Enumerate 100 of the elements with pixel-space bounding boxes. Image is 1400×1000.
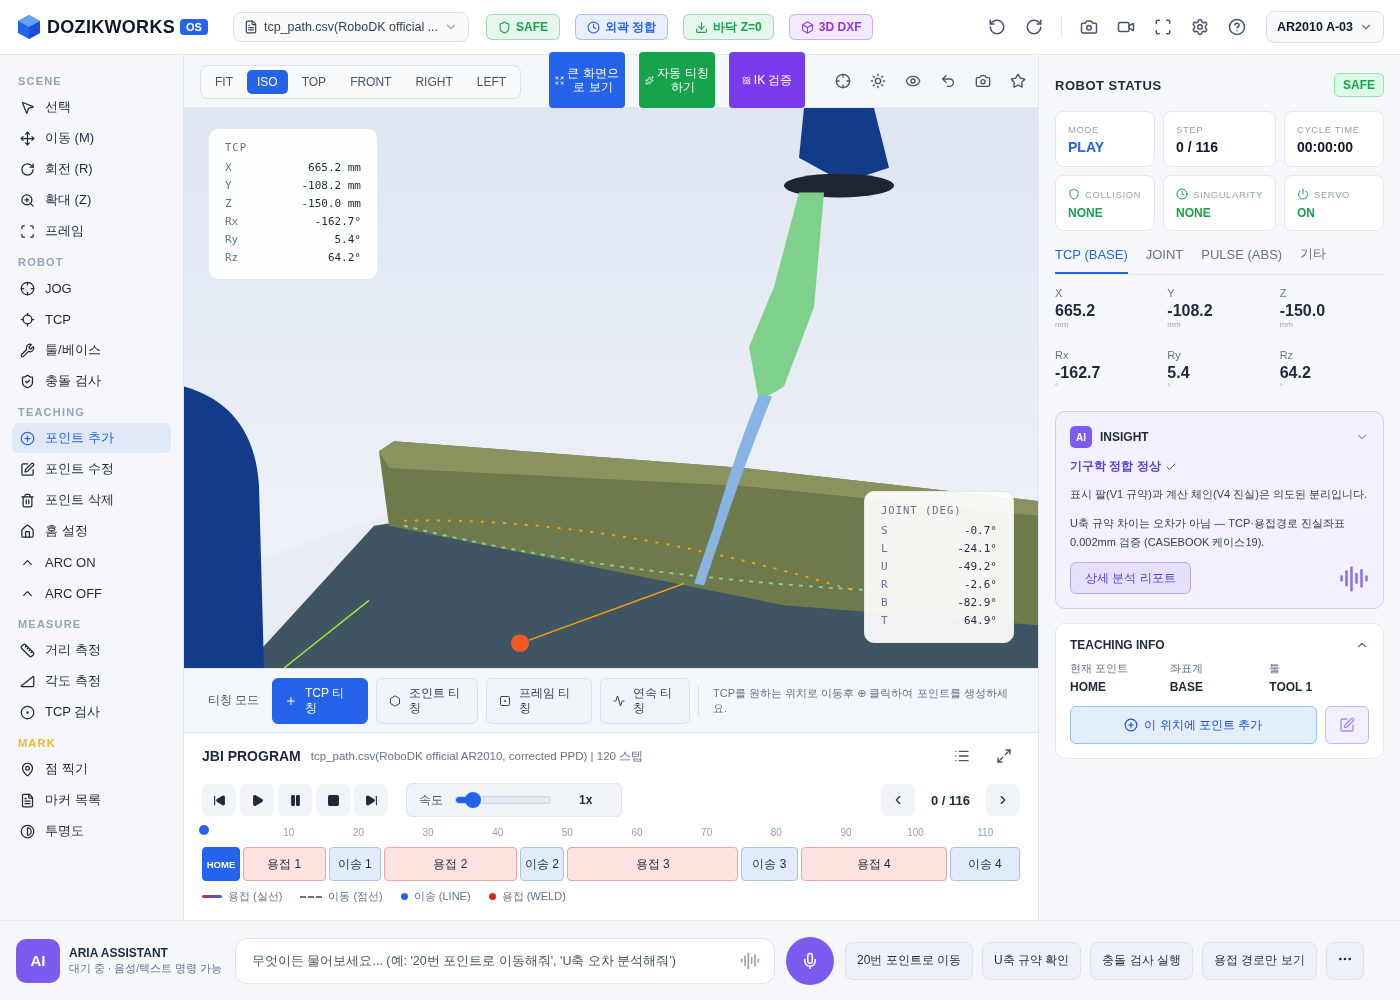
- section-title: TEACHING: [17, 405, 87, 420]
- status-chip: SAFE: [486, 14, 561, 40]
- step-counter: 0 / 116: [930, 792, 970, 808]
- timeline-segment[interactable]: 이송 2: [519, 847, 565, 881]
- sidebar-item[interactable]: 포인트 삭제: [12, 485, 171, 515]
- add-point-button[interactable]: 이 위치에 포인트 추가: [1070, 706, 1317, 744]
- sidebar-item[interactable]: 포인트 추가: [12, 423, 171, 453]
- timeline-segment[interactable]: 용접 3: [567, 847, 739, 881]
- timeline-segment[interactable]: 용접 1: [243, 847, 326, 881]
- coord-unit: °: [1055, 382, 1060, 391]
- action-button[interactable]: 큰 화면으로 보기: [549, 52, 626, 108]
- view-tab[interactable]: TOP: [291, 70, 337, 94]
- status-chip: 3D DXF: [788, 14, 874, 40]
- assistant-status: 대기 중 · 음성/텍스트 명령 가능: [69, 961, 222, 976]
- view-tab[interactable]: FRONT: [340, 70, 402, 94]
- axis-label: R: [881, 577, 888, 593]
- timeline-segment[interactable]: 이송 3: [741, 847, 798, 881]
- axis-label: Rx: [225, 214, 239, 230]
- coordinate-tab[interactable]: TCP (BASE): [1055, 245, 1128, 274]
- tick-label: 60: [630, 827, 644, 840]
- coord-label: X: [1055, 287, 1064, 299]
- view-tab[interactable]: ISO: [247, 70, 288, 94]
- status-value: 0 / 116: [1176, 139, 1220, 155]
- coord-label: Ry: [1167, 349, 1182, 361]
- speed-reading: 1x: [579, 793, 594, 807]
- timeline-segment[interactable]: HOME: [202, 847, 240, 881]
- section-title: ROBOT: [17, 255, 65, 270]
- sidebar-item[interactable]: ARC OFF: [12, 578, 171, 608]
- mode-label: 티칭 모드: [208, 693, 261, 708]
- tick-label: 30: [421, 827, 435, 840]
- coordinate-tab[interactable]: 기타: [1300, 245, 1327, 274]
- coord-label: Rz: [1279, 349, 1295, 361]
- chat-field[interactable]: 무엇이든 물어보세요... (예: '20번 포인트로 이동해줘', 'U축 오차 분석해줘'): [235, 937, 775, 984]
- field-value: BASE: [1169, 680, 1204, 694]
- status-value: 00:00:00: [1296, 139, 1354, 155]
- sidebar-item[interactable]: 충돌 검사: [12, 366, 171, 396]
- chat-input[interactable]: 무엇이든 물어보세요... (예: '20번 포인트로 이동해줘', 'U축 오차 분석해줘'): [250, 952, 740, 969]
- status-chip: 바닥 Z=0: [683, 14, 774, 40]
- insight-text: U축 규약 차이는 오차가 아님 — TCP·용접경로 진실좌표 0.002mm 검증 (CASEBOOK 케이스19).: [1070, 516, 1346, 550]
- sidebar-item[interactable]: 점 찍기: [12, 754, 171, 784]
- timeline-segment[interactable]: 이송 4: [949, 847, 1020, 881]
- sidebar-item[interactable]: 마커 목록: [12, 785, 171, 815]
- sidebar-item[interactable]: 포인트 수정: [12, 454, 171, 484]
- report-button[interactable]: 상세 분석 리포트: [1070, 562, 1191, 594]
- sidebar-item[interactable]: 선택: [12, 92, 171, 122]
- quick-action-button[interactable]: U축 규약 확인: [982, 941, 1082, 980]
- tick-label: 20: [351, 827, 365, 840]
- quick-action-button[interactable]: 용접 경로만 보기: [1202, 941, 1317, 980]
- sidebar-item[interactable]: 각도 측정: [12, 666, 171, 696]
- coord-value: 64.2: [1279, 364, 1312, 382]
- sidebar-item[interactable]: TCP: [12, 304, 171, 334]
- coord-value: -162.7: [1055, 364, 1102, 382]
- sidebar-item[interactable]: 툴/베이스: [12, 335, 171, 365]
- sidebar-item[interactable]: 회전 (R): [12, 154, 171, 184]
- sidebar-item[interactable]: 홈 설정: [12, 516, 171, 546]
- mode-tab[interactable]: 조인트 티칭: [376, 677, 478, 724]
- tick-label: 70: [700, 827, 714, 840]
- sidebar-item[interactable]: JOG: [12, 273, 171, 303]
- mode-tab[interactable]: TCP 티칭: [272, 677, 368, 724]
- coord-value: 665.2: [1055, 302, 1097, 320]
- quick-action-button[interactable]: 20번 포인트로 이동: [845, 941, 973, 980]
- field-label: 좌표계: [1169, 662, 1204, 676]
- action-button[interactable]: IK 검증: [729, 52, 806, 108]
- view-tab[interactable]: LEFT: [466, 70, 517, 94]
- sidebar-item[interactable]: 거리 측정: [12, 635, 171, 665]
- axis-value: -150.0 mm: [301, 196, 361, 212]
- coordinate-tab[interactable]: JOINT: [1145, 245, 1184, 274]
- coord-label: Rx: [1055, 349, 1070, 361]
- sidebar-item[interactable]: 투명도: [12, 816, 171, 846]
- coordinate-tab[interactable]: PULSE (ABS): [1201, 245, 1283, 274]
- axis-value: 64.9°: [963, 613, 997, 629]
- sidebar-item[interactable]: ARC ON: [12, 547, 171, 577]
- view-tab[interactable]: RIGHT: [405, 70, 463, 94]
- status-label: SINGULARITY: [1193, 188, 1263, 200]
- sidebar-item[interactable]: 이동 (M): [12, 123, 171, 153]
- quick-action-button[interactable]: 충돌 검사 실행: [1090, 941, 1194, 980]
- mode-tab[interactable]: 프레임 티칭: [486, 677, 592, 724]
- status-label: CYCLE TIME: [1296, 124, 1360, 135]
- program-title: JBI PROGRAM: [202, 748, 301, 764]
- sidebar-item[interactable]: 프레임: [12, 216, 171, 246]
- status-chip: 외곽 정합: [575, 14, 669, 40]
- status-value: NONE: [1068, 206, 1104, 220]
- ai-badge: AI: [1070, 426, 1092, 448]
- mode-tab[interactable]: 연속 티칭: [600, 677, 690, 724]
- file-select[interactable]: tcp_path.csv(RoboDK official ...: [232, 12, 470, 42]
- sidebar-item[interactable]: TCP 검사: [12, 697, 171, 727]
- robot-select[interactable]: AR2010 A-03: [1266, 11, 1384, 43]
- section-title: MARK: [17, 736, 57, 751]
- sidebar-item[interactable]: 확대 (Z): [12, 185, 171, 215]
- axis-value: -162.7°: [314, 214, 361, 230]
- assistant-name: ARIA ASSISTANT: [69, 945, 169, 960]
- timeline-segment[interactable]: 용접 4: [800, 847, 947, 881]
- timeline-segment[interactable]: 이송 1: [328, 847, 381, 881]
- tick-label: 110: [976, 827, 995, 840]
- view-tab[interactable]: FIT: [205, 70, 243, 94]
- timeline-segment[interactable]: 용접 2: [383, 847, 517, 881]
- insight-heading: 기구학 정합 정상: [1070, 458, 1161, 475]
- axis-value: -108.2 mm: [301, 178, 361, 194]
- tick-label: 40: [491, 827, 505, 840]
- tick-label: 50: [560, 827, 574, 840]
